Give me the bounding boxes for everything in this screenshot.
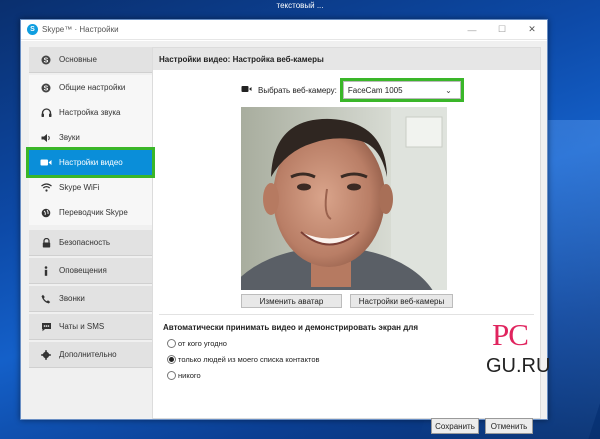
sidebar-item-label: Skype WiFi	[59, 183, 100, 192]
radio-label: от кого угодно	[178, 339, 227, 348]
settings-window: S Skype™ · Настройки — ☐ ✕ S Основные S …	[20, 19, 548, 434]
radio-label: никого	[178, 371, 201, 380]
sidebar-item-sounds[interactable]: Звуки	[29, 125, 152, 150]
maximize-button[interactable]: ☐	[487, 20, 517, 40]
webcam-select-row: Выбрать веб-камеру: FaceCam 1005 ⌄	[241, 78, 464, 102]
watermark-top: PC	[492, 317, 529, 352]
webcam-selected-value: FaceCam 1005	[347, 85, 403, 95]
sidebar-section-chats-sms[interactable]: Чаты и SMS	[29, 314, 152, 340]
close-button[interactable]: ✕	[517, 20, 547, 40]
webcam-preview-image	[241, 107, 447, 290]
sidebar-item-translator[interactable]: Переводчик Skype	[29, 200, 152, 225]
headset-icon	[39, 107, 53, 119]
sidebar-item-label: Настройки видео	[59, 158, 123, 167]
sidebar-section-label: Дополнительно	[59, 350, 117, 359]
chat-icon	[39, 321, 53, 333]
svg-text:S: S	[44, 85, 49, 92]
skype-icon: S	[39, 82, 53, 94]
radio-anyone[interactable]: от кого угодно	[167, 339, 227, 348]
auto-accept-title: Автоматически принимать видео и демонстр…	[163, 323, 419, 332]
sidebar-item-video-settings[interactable]: Настройки видео	[26, 147, 155, 178]
camera-icon	[241, 85, 252, 95]
svg-text:S: S	[44, 57, 49, 64]
info-icon	[39, 265, 53, 277]
sidebar-section-notifications[interactable]: Оповещения	[29, 258, 152, 284]
sidebar-item-label: Звуки	[59, 133, 80, 142]
chevron-down-icon: ⌄	[445, 85, 452, 95]
phone-icon	[39, 293, 53, 305]
sidebar-section-label: Основные	[59, 55, 97, 64]
window-title: Skype™ · Настройки	[42, 25, 119, 34]
webcam-label: Выбрать веб-камеру:	[258, 85, 337, 95]
speaker-icon	[39, 132, 53, 144]
sidebar-section-label: Звонки	[59, 294, 85, 303]
pcgu-watermark: PC GU.RU	[472, 317, 550, 387]
webcam-settings-button[interactable]: Настройки веб-камеры	[350, 294, 453, 308]
watermark-bottom: GU.RU	[486, 355, 551, 377]
sidebar-section-calls[interactable]: Звонки	[29, 286, 152, 312]
title-bar: S Skype™ · Настройки — ☐ ✕	[21, 20, 547, 40]
camera-icon	[39, 157, 53, 169]
skype-logo-icon: S	[27, 24, 38, 35]
radio-button[interactable]	[167, 339, 176, 348]
sidebar-section-security[interactable]: Безопасность	[29, 230, 152, 256]
sidebar-item-audio-settings[interactable]: Настройка звука	[29, 100, 152, 125]
sidebar-item-label: Настройка звука	[59, 108, 121, 117]
sidebar-item-label: Переводчик Skype	[59, 208, 128, 217]
sidebar-section-general[interactable]: S Основные	[29, 47, 152, 73]
cancel-button[interactable]: Отменить	[485, 418, 533, 434]
radio-nobody[interactable]: никого	[167, 371, 201, 380]
sidebar-item-general-settings[interactable]: S Общие настройки	[29, 75, 152, 100]
window-controls: — ☐ ✕	[457, 20, 547, 40]
sidebar-item-label: Общие настройки	[59, 83, 126, 92]
window-content: S Основные S Общие настройки Настройка з…	[21, 41, 547, 434]
radio-contacts-only[interactable]: только людей из моего списка контактов	[167, 355, 319, 364]
lock-icon	[39, 237, 53, 249]
radio-button-checked[interactable]	[167, 355, 176, 364]
wifi-icon	[39, 182, 53, 194]
sidebar-section-label: Чаты и SMS	[59, 322, 105, 331]
panel-header: Настройки видео: Настройка веб-камеры	[153, 48, 540, 70]
radio-label: только людей из моего списка контактов	[178, 355, 320, 364]
save-button[interactable]: Сохранить	[431, 418, 479, 434]
globe-icon	[39, 207, 53, 219]
sidebar-section-advanced[interactable]: Дополнительно	[29, 342, 152, 368]
skype-icon: S	[39, 54, 53, 66]
webcam-dropdown[interactable]: FaceCam 1005 ⌄	[339, 78, 464, 102]
sidebar: S Основные S Общие настройки Настройка з…	[26, 47, 155, 419]
sidebar-item-skype-wifi[interactable]: Skype WiFi	[29, 175, 152, 200]
change-avatar-button[interactable]: Изменить аватар	[241, 294, 342, 308]
desktop-caption: текстовый ...	[276, 1, 324, 10]
radio-button[interactable]	[167, 371, 176, 380]
webcam-preview	[241, 107, 447, 290]
gear-icon	[39, 349, 53, 361]
minimize-button[interactable]: —	[457, 20, 487, 40]
sidebar-section-label: Безопасность	[59, 238, 111, 247]
divider	[159, 314, 534, 315]
sidebar-section-label: Оповещения	[59, 266, 107, 275]
